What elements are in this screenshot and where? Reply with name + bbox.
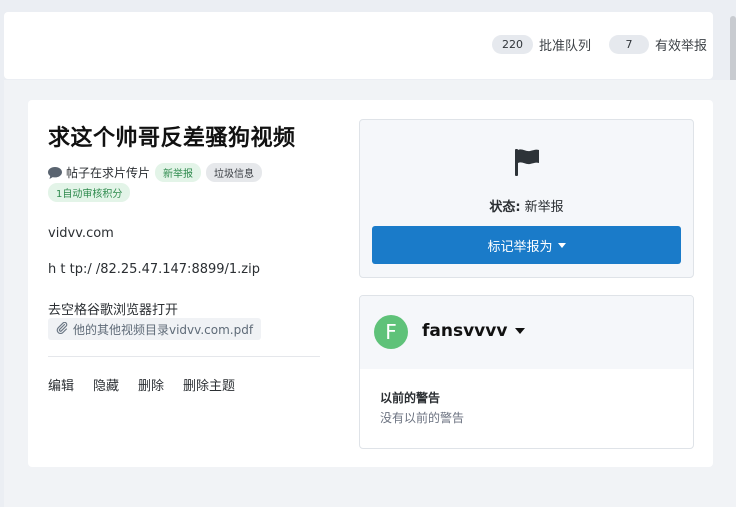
approval-queue-stat[interactable]: 220 批准队列 (492, 35, 591, 54)
flag-icon (515, 149, 539, 176)
report-card: 求这个帅哥反差骚狗视频 帖子在求片传片 新举报 垃圾信息 1自动审核积分 vid… (28, 100, 713, 467)
active-reports-count: 7 (609, 35, 649, 54)
forum-link[interactable]: 帖子在求片传片 (66, 164, 150, 181)
status-label: 状态: (489, 200, 521, 215)
mark-report-button[interactable]: 标记举报为 (372, 226, 681, 264)
auto-moderation-tag: 1自动审核积分 (48, 183, 131, 202)
previous-warnings-text: 没有以前的警告 (380, 411, 465, 425)
post-body-line: h t tp:/ /82.25.47.147:8899/1.zip (48, 262, 260, 277)
avatar[interactable]: F (374, 315, 408, 349)
username-menu[interactable]: fansvvvv (422, 321, 526, 341)
chevron-down-icon (515, 328, 526, 334)
spam-tag: 垃圾信息 (206, 163, 263, 182)
delete-thread-link[interactable]: 删除主题 (183, 375, 235, 394)
approval-queue-count: 220 (492, 35, 533, 54)
mark-report-label: 标记举报为 (487, 239, 553, 255)
user-header: F fansvvvv (360, 296, 693, 369)
previous-warnings-title: 以前的警告 (380, 391, 441, 405)
post-body-line: 去空格谷歌浏览器打开 (48, 303, 179, 318)
chevron-down-icon (557, 242, 566, 248)
active-reports-label: 有效举报 (655, 39, 708, 54)
post-title: 求这个帅哥反差骚狗视频 (48, 126, 296, 151)
attachment-name: 他的其他视频目录vidvv.com.pdf (73, 322, 254, 337)
active-reports-stat[interactable]: 7 有效举报 (609, 35, 707, 54)
attachment-link[interactable]: 他的其他视频目录vidvv.com.pdf (48, 318, 262, 340)
new-report-tag: 新举报 (155, 163, 202, 182)
reported-user-panel: F fansvvvv 以前的警告 没有以前的警告 (359, 295, 694, 449)
hide-link[interactable]: 隐藏 (93, 375, 119, 394)
status-value: 新举报 (524, 200, 564, 215)
username: fansvvvv (422, 321, 508, 341)
post-actions: 编辑 隐藏 删除 删除主题 (48, 375, 254, 394)
top-stats-bar: 220 批准队列 7 有效举报 (4, 12, 713, 79)
report-status-panel: 状态: 新举报 标记举报为 (359, 119, 694, 278)
post-body-line: vidvv.com (48, 226, 114, 241)
comment-icon (48, 166, 62, 179)
edit-link[interactable]: 编辑 (48, 375, 74, 394)
approval-queue-label: 批准队列 (539, 39, 592, 54)
divider (48, 356, 320, 357)
report-status: 状态: 新举报 (360, 196, 693, 215)
delete-link[interactable]: 删除 (138, 375, 164, 394)
post-meta: 帖子在求片传片 新举报 垃圾信息 (48, 163, 263, 182)
paperclip-icon (56, 321, 68, 337)
